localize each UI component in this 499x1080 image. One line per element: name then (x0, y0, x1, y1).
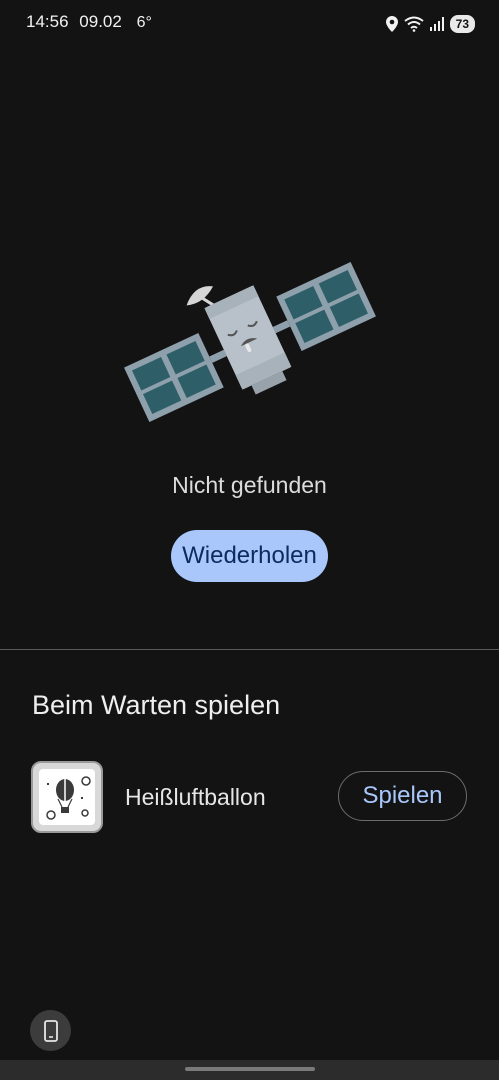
error-message: Nicht gefunden (172, 472, 327, 498)
game-list-item[interactable]: Heißluftballon Spielen (0, 760, 499, 834)
status-bar: 14:56 09.02 6° 73 (0, 0, 499, 48)
status-right: 73 (385, 13, 475, 35)
section-title: Beim Warten spielen (32, 690, 281, 720)
wifi-icon (404, 16, 424, 32)
game-title: Heißluftballon (125, 784, 266, 810)
battery-icon: 73 (449, 15, 475, 33)
phone-button[interactable] (30, 1010, 71, 1051)
retry-button[interactable]: Wiederholen (171, 530, 328, 582)
balloon-icon (46, 776, 91, 820)
sleeping-satellite-illustration (124, 262, 376, 422)
navigation-bar (0, 1060, 499, 1080)
status-left: 14:56 09.02 6° (26, 12, 158, 32)
status-temperature: 6° (136, 14, 152, 31)
signal-icon (429, 17, 444, 31)
hot-air-balloon-game-icon[interactable] (31, 761, 103, 833)
play-button[interactable]: Spielen (338, 771, 467, 821)
status-date: 09.02 (79, 12, 122, 31)
location-icon (385, 16, 398, 32)
gesture-handle[interactable] (185, 1067, 315, 1071)
status-time: 14:56 (26, 12, 69, 31)
game-icon-frame (39, 769, 95, 825)
phone-icon (43, 1019, 58, 1042)
divider (0, 649, 499, 650)
